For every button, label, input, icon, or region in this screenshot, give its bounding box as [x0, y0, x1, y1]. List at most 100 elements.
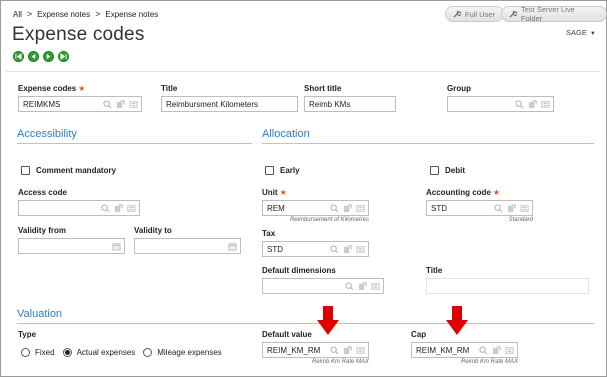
- required-icon: ★: [279, 188, 287, 197]
- link-icon[interactable]: [343, 204, 352, 213]
- link-icon[interactable]: [343, 245, 352, 254]
- radio-fixed[interactable]: Fixed: [21, 348, 55, 357]
- list-icon[interactable]: [129, 100, 138, 109]
- section-divider: [17, 323, 594, 324]
- cap-label: Cap: [411, 330, 427, 339]
- checkbox-icon: [265, 166, 274, 175]
- previous-record-icon[interactable]: [28, 51, 39, 62]
- search-icon[interactable]: [101, 204, 110, 213]
- link-icon[interactable]: [343, 346, 352, 355]
- radio-actual-expenses[interactable]: Actual expenses: [62, 348, 136, 357]
- radio-mileage-expenses[interactable]: Mileage expenses: [143, 348, 222, 357]
- required-icon: ★: [492, 188, 501, 197]
- expense-code-field[interactable]: REIMKMS: [18, 96, 142, 112]
- breadcrumb-all[interactable]: All: [13, 10, 22, 19]
- unit-description: Reimbursement of Kilometres: [289, 217, 369, 223]
- radio-icon: [21, 348, 30, 357]
- user-menu[interactable]: SAGE ▼: [566, 28, 596, 37]
- next-record-icon[interactable]: [43, 51, 54, 62]
- calendar-icon[interactable]: [112, 242, 121, 251]
- cap-field[interactable]: REIM_KM_RM: [411, 342, 518, 358]
- search-icon[interactable]: [330, 204, 339, 213]
- link-icon[interactable]: [507, 204, 516, 213]
- comment-mandatory-checkbox[interactable]: Comment mandatory: [21, 166, 116, 175]
- accounting-code-value: STD: [431, 204, 447, 213]
- short-title-field[interactable]: Reimb KMs: [304, 96, 396, 112]
- radio-mileage-expenses-label: Mileage expenses: [157, 348, 222, 357]
- list-icon[interactable]: [520, 204, 529, 213]
- breadcrumb-expense-notes[interactable]: Expense notes: [37, 10, 90, 19]
- radio-actual-expenses-label: Actual expenses: [76, 348, 136, 357]
- link-icon[interactable]: [528, 100, 537, 109]
- radio-selected-icon: [62, 348, 72, 357]
- access-code-field[interactable]: [18, 200, 140, 216]
- debit-checkbox[interactable]: Debit: [430, 166, 465, 175]
- list-icon[interactable]: [127, 204, 136, 213]
- wrench-icon: [453, 9, 461, 18]
- checkbox-icon: [21, 166, 30, 175]
- red-arrow-down-icon: [317, 306, 339, 335]
- red-arrow-down-icon: [446, 306, 468, 335]
- search-icon[interactable]: [103, 100, 112, 109]
- link-icon[interactable]: [492, 346, 501, 355]
- list-icon[interactable]: [356, 204, 365, 213]
- first-record-icon[interactable]: [13, 51, 24, 62]
- allocation-title-field: [426, 278, 589, 294]
- tax-field[interactable]: STD: [262, 241, 369, 257]
- list-icon[interactable]: [505, 346, 514, 355]
- full-user-label: Full User: [465, 9, 496, 19]
- expense-code-value: REIMKMS: [23, 100, 61, 109]
- last-record-icon[interactable]: [58, 51, 69, 62]
- access-code-label: Access code: [18, 188, 67, 197]
- test-server-button[interactable]: Test Server Live Folder: [501, 5, 607, 23]
- validity-from-field[interactable]: [18, 238, 125, 254]
- valuation-type-radio-group: Fixed Actual expenses Mileage expenses: [21, 348, 222, 357]
- expense-code-form: Expense codes ★ REIMKMS Title Reimbursmen…: [6, 71, 600, 371]
- default-value-field[interactable]: REIM_KM_RM: [262, 342, 369, 358]
- link-icon[interactable]: [114, 204, 123, 213]
- title-field[interactable]: Reimbursment Kilometers: [161, 96, 298, 112]
- validity-from-label: Validity from: [18, 226, 67, 235]
- search-icon[interactable]: [515, 100, 524, 109]
- list-icon[interactable]: [371, 282, 380, 291]
- default-value-label: Default value: [262, 330, 312, 339]
- valuation-type-label: Type: [18, 330, 37, 339]
- validity-to-label: Validity to: [134, 226, 172, 235]
- validity-to-field[interactable]: [134, 238, 241, 254]
- search-icon[interactable]: [345, 282, 354, 291]
- section-accessibility: Accessibility: [17, 128, 77, 140]
- required-icon: ★: [78, 84, 86, 93]
- group-label: Group: [447, 84, 471, 93]
- list-icon[interactable]: [541, 100, 550, 109]
- comment-mandatory-label: Comment mandatory: [36, 166, 117, 175]
- full-user-button[interactable]: Full User: [445, 6, 505, 22]
- group-field[interactable]: [447, 96, 554, 112]
- unit-field[interactable]: REM: [262, 200, 369, 216]
- search-icon[interactable]: [494, 204, 503, 213]
- title-value: Reimbursment Kilometers: [166, 100, 259, 109]
- title-label: Title: [161, 84, 178, 93]
- cap-value: REIM_KM_RM: [416, 346, 470, 355]
- debit-label: Debit: [445, 166, 465, 175]
- calendar-icon[interactable]: [228, 242, 237, 251]
- unit-value: REM: [267, 204, 285, 213]
- section-allocation: Allocation: [262, 128, 310, 140]
- tax-value: STD: [267, 245, 283, 254]
- search-icon[interactable]: [479, 346, 488, 355]
- list-icon[interactable]: [356, 245, 365, 254]
- link-icon[interactable]: [358, 282, 367, 291]
- early-checkbox[interactable]: Early: [265, 166, 300, 175]
- list-icon[interactable]: [356, 346, 365, 355]
- tax-label: Tax: [262, 229, 276, 238]
- accounting-code-field[interactable]: STD: [426, 200, 533, 216]
- search-icon[interactable]: [330, 245, 339, 254]
- unit-label: Unit ★: [262, 188, 287, 197]
- search-icon[interactable]: [330, 346, 339, 355]
- accounting-code-description: Standard: [508, 217, 533, 223]
- default-dimensions-field[interactable]: [262, 278, 384, 294]
- chevron-right-icon: >: [95, 9, 101, 19]
- breadcrumb: All > Expense notes > Expense notes: [13, 9, 158, 19]
- breadcrumb-current: Expense notes: [105, 9, 159, 19]
- link-icon[interactable]: [116, 100, 125, 109]
- user-name: SAGE: [566, 28, 587, 37]
